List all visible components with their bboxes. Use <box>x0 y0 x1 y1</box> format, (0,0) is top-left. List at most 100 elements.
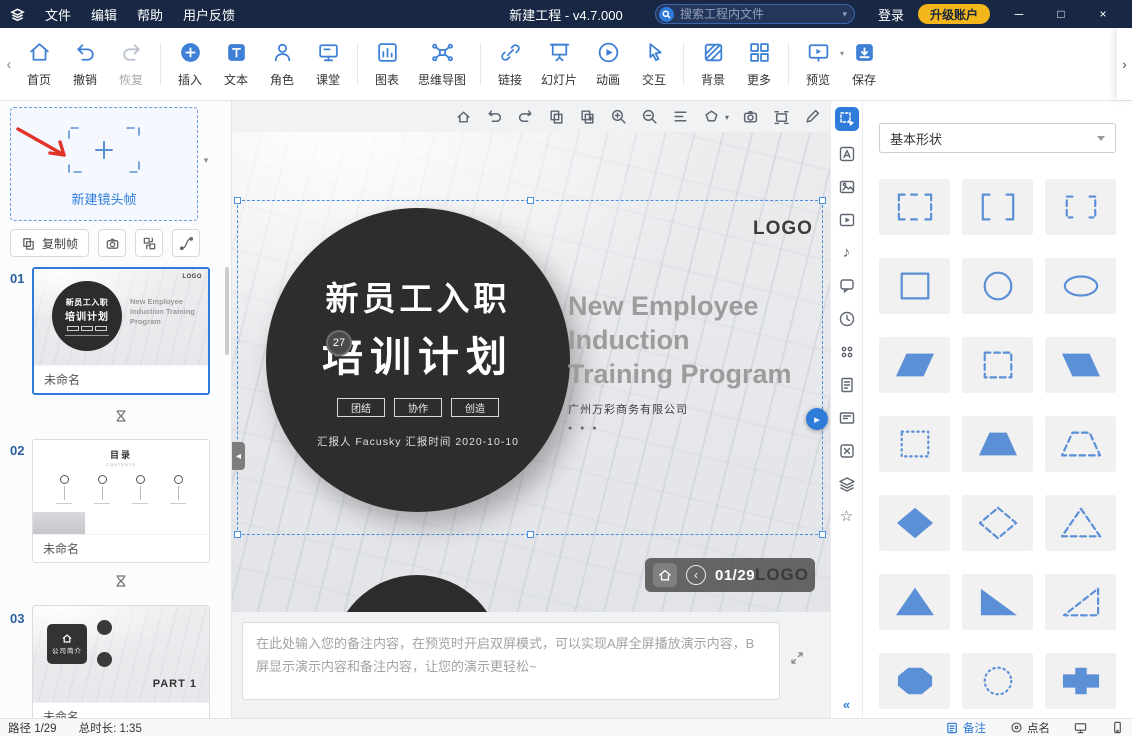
minimize-button[interactable]: ─ <box>998 0 1040 28</box>
edit-pencil-icon[interactable] <box>804 108 822 126</box>
copy-frame-button[interactable]: 复制帧 <box>10 229 89 257</box>
menu-feedback[interactable]: 用户反馈 <box>183 5 235 24</box>
ribbon-slides[interactable]: 幻灯片 <box>533 40 585 88</box>
rotate-left-icon[interactable] <box>486 108 504 126</box>
shape-triangle-dashed[interactable] <box>1045 495 1116 551</box>
slide-logo-text[interactable]: LOGO <box>753 218 813 240</box>
timer-tool-button[interactable] <box>836 308 858 329</box>
ribbon-redo[interactable]: 恢复 <box>108 40 154 88</box>
shape-brackets-dashed[interactable] <box>1045 179 1116 235</box>
ribbon-undo[interactable]: 撤销 <box>62 40 108 88</box>
shape-right-triangle[interactable] <box>962 574 1033 630</box>
menu-file[interactable]: 文件 <box>45 5 71 24</box>
upgrade-account-button[interactable]: 升级账户 <box>918 4 990 24</box>
shape-trapezoid-dashed[interactable] <box>1045 416 1116 472</box>
ribbon-interaction[interactable]: 交互 <box>631 40 677 88</box>
rollcall-button[interactable]: 点名 <box>1010 720 1050 736</box>
resize-handle[interactable] <box>234 531 241 538</box>
shape-octagon[interactable] <box>879 653 950 709</box>
resize-handle[interactable] <box>527 197 534 204</box>
document-tool-button[interactable] <box>836 374 858 395</box>
snapshot-frame-button[interactable] <box>98 229 126 257</box>
shape-camera-frame[interactable] <box>879 179 950 235</box>
favorites-tool-button[interactable]: ☆ <box>836 506 858 527</box>
widgets-tool-button[interactable] <box>836 341 858 362</box>
ribbon-text[interactable]: 文本 <box>213 40 259 88</box>
menu-edit[interactable]: 编辑 <box>91 5 117 24</box>
audio-tool-button[interactable]: ♪ <box>836 242 858 263</box>
shape-parallelogram[interactable] <box>879 337 950 393</box>
text-tool-button[interactable] <box>836 143 858 164</box>
slide-name[interactable]: 未命名 <box>34 365 208 393</box>
search-dropdown-caret-icon[interactable]: ▾ <box>842 9 847 20</box>
rotate-right-icon[interactable] <box>517 108 535 126</box>
ribbon-insert[interactable]: 插入 <box>167 40 213 88</box>
shape-category-dropdown[interactable]: 基本形状 <box>879 123 1116 153</box>
resize-handle[interactable] <box>234 197 241 204</box>
search-input[interactable] <box>680 7 836 21</box>
ribbon-more[interactable]: 更多 <box>736 40 782 88</box>
ribbon-save[interactable]: 保存 <box>841 40 887 88</box>
shape-brackets[interactable] <box>962 179 1033 235</box>
ribbon-character[interactable]: 角色 <box>259 40 305 88</box>
ribbon-chart[interactable]: 图表 <box>364 40 410 88</box>
transition-effect-icon[interactable] <box>112 407 130 425</box>
shape-triangle[interactable] <box>879 574 950 630</box>
shape-square-dashed[interactable] <box>962 337 1033 393</box>
slide-name[interactable]: 未命名 <box>33 534 209 562</box>
path-curve-button[interactable] <box>172 229 200 257</box>
slide-title-circle[interactable]: 新员工入职 培训计划 团结 协作 创造 汇报人 Facusky 汇报时间 202… <box>266 208 570 512</box>
ribbon-preview[interactable]: ▾ 预览 <box>795 40 841 88</box>
slide-thumbnail-3[interactable]: 公司简介 PART 1 未命名 <box>32 605 210 718</box>
transition-effect-icon[interactable] <box>112 572 130 590</box>
resize-handle[interactable] <box>819 531 826 538</box>
resize-handle[interactable] <box>527 531 534 538</box>
align-icon[interactable] <box>672 108 690 126</box>
shape-tool-icon[interactable] <box>703 108 721 126</box>
shape-square-dotted[interactable] <box>879 416 950 472</box>
whiteboard-tool-button[interactable] <box>836 407 858 428</box>
resize-handle[interactable] <box>819 197 826 204</box>
frame-type-caret-icon[interactable]: ▾ <box>199 153 213 167</box>
ribbon-background[interactable]: 背景 <box>690 40 736 88</box>
swap-frame-button[interactable] <box>135 229 163 257</box>
app-logo-icon[interactable] <box>10 7 25 22</box>
login-button[interactable]: 登录 <box>878 0 904 28</box>
shape-diamond[interactable] <box>879 495 950 551</box>
expand-right-button[interactable]: ▸ <box>806 408 828 430</box>
notes-expand-icon[interactable] <box>788 649 806 667</box>
shape-tool-caret-icon[interactable]: ▾ <box>725 113 729 122</box>
delete-object-button[interactable] <box>836 440 858 461</box>
ribbon-classroom[interactable]: 课堂 <box>305 40 351 88</box>
copy-icon[interactable] <box>548 108 566 126</box>
paste-icon[interactable] <box>579 108 597 126</box>
ribbon-animation[interactable]: 动画 <box>585 40 631 88</box>
shape-circle-outline[interactable] <box>962 258 1033 314</box>
notes-toggle-button[interactable]: 备注 <box>946 720 986 736</box>
select-tool-button[interactable] <box>835 107 859 131</box>
video-tool-button[interactable] <box>836 209 858 230</box>
zoom-in-icon[interactable] <box>610 108 628 126</box>
image-tool-button[interactable] <box>836 176 858 197</box>
dual-screen-button[interactable] <box>1074 721 1087 734</box>
slide-thumbnail-2[interactable]: 目录 CONTENTS 未命名 <box>32 439 210 563</box>
indicator-home-button[interactable] <box>653 563 677 587</box>
maximize-button[interactable]: □ <box>1040 0 1082 28</box>
slide-viewport[interactable]: LOGO 新员工入职 培训计划 团结 协作 创造 汇报人 Facusky 汇报时… <box>232 132 830 612</box>
mobile-remote-button[interactable] <box>1111 721 1124 734</box>
shape-trapezoid[interactable] <box>962 416 1033 472</box>
animation-count-badge[interactable]: 27 <box>326 330 352 356</box>
comment-tool-button[interactable] <box>836 275 858 296</box>
slide-english-title[interactable]: New Employee Induction Training Program … <box>568 290 820 432</box>
layers-tool-button[interactable] <box>836 473 858 494</box>
shape-square-outline[interactable] <box>879 258 950 314</box>
close-button[interactable]: × <box>1082 0 1124 28</box>
menu-help[interactable]: 帮助 <box>137 5 163 24</box>
ribbon-mindmap[interactable]: 思维导图 <box>410 40 474 88</box>
ribbon-link[interactable]: 链接 <box>487 40 533 88</box>
ribbon-home[interactable]: 首页 <box>16 40 62 88</box>
zoom-out-icon[interactable] <box>641 108 659 126</box>
ribbon-scroll-left[interactable]: ‹ <box>2 56 16 73</box>
shape-cross[interactable] <box>1045 653 1116 709</box>
shape-parallelogram-right[interactable] <box>1045 337 1116 393</box>
